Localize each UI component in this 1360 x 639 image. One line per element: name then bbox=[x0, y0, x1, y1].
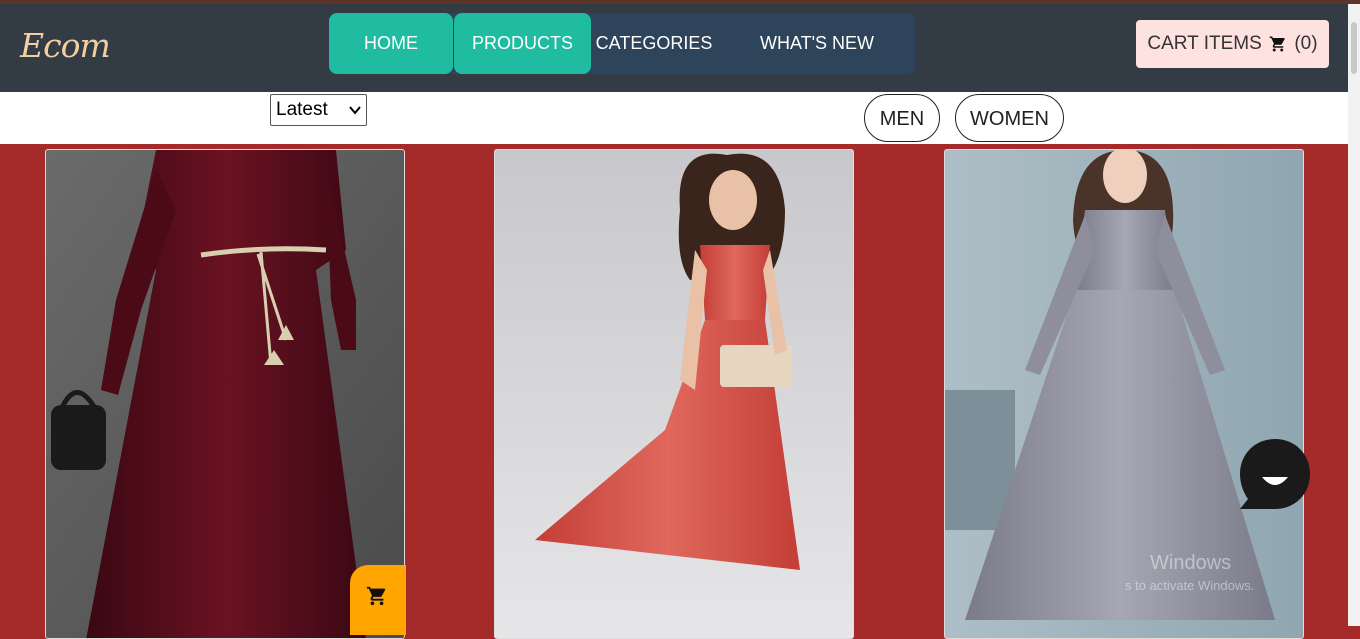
cart-count: (0) bbox=[1294, 33, 1318, 54]
nav-home[interactable]: HOME bbox=[329, 13, 453, 74]
filter-bar bbox=[0, 92, 1348, 144]
filter-men[interactable]: MEN bbox=[864, 94, 940, 142]
scrollbar-track[interactable] bbox=[1348, 4, 1360, 626]
add-to-cart-button[interactable] bbox=[350, 565, 406, 635]
scrollbar-thumb[interactable] bbox=[1351, 22, 1357, 74]
product-card[interactable] bbox=[494, 149, 854, 639]
product-image[interactable] bbox=[495, 150, 854, 639]
sort-selected-value: Latest bbox=[276, 99, 328, 120]
windows-watermark-title: Windows bbox=[1150, 552, 1232, 574]
sort-select[interactable]: Latest bbox=[270, 94, 367, 126]
cart-label: CART ITEMS bbox=[1147, 33, 1262, 54]
product-card[interactable] bbox=[944, 149, 1304, 639]
cart-icon bbox=[1269, 36, 1285, 52]
chevron-down-icon bbox=[349, 106, 361, 115]
product-card[interactable] bbox=[45, 149, 405, 639]
product-image[interactable] bbox=[945, 150, 1304, 639]
nav-products[interactable]: PRODUCTS bbox=[454, 13, 591, 74]
nav-whats-new[interactable]: WHAT'S NEW bbox=[750, 13, 884, 74]
nav-categories[interactable]: CATEGORIES bbox=[595, 13, 713, 74]
cart-button[interactable]: CART ITEMS (0) bbox=[1136, 20, 1329, 68]
cart-icon bbox=[366, 586, 386, 606]
logo[interactable]: Ecom bbox=[20, 26, 111, 65]
chat-icon[interactable] bbox=[1238, 437, 1312, 511]
filter-women[interactable]: WOMEN bbox=[955, 94, 1064, 142]
windows-watermark-subtitle: s to activate Windows. bbox=[1125, 578, 1255, 593]
product-image[interactable] bbox=[46, 150, 405, 639]
